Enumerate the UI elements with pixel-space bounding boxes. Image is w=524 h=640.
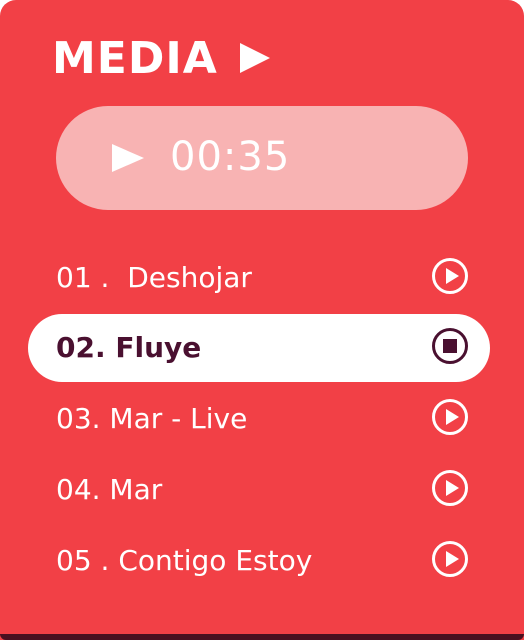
play-icon[interactable] [112, 144, 144, 172]
play-arrow-icon[interactable] [239, 43, 270, 73]
list-item[interactable]: 05 . Contigo Estoy [28, 527, 490, 595]
list-item-active[interactable]: 02. Fluye [28, 314, 490, 382]
list-item[interactable]: 04. Mar [28, 456, 490, 524]
player-control[interactable]: 00:35 [56, 106, 468, 210]
play-circle-icon[interactable] [432, 258, 468, 294]
list-item[interactable]: 03. Mar - Live [28, 385, 490, 453]
track-label: 04. Mar [56, 473, 163, 506]
playback-time: 00:35 [170, 134, 291, 180]
track-label: 03. Mar - Live [56, 402, 248, 435]
page-title: MEDIA [52, 32, 218, 84]
header: MEDIA [52, 30, 270, 86]
stop-circle-icon[interactable] [432, 328, 468, 364]
play-circle-icon[interactable] [432, 541, 468, 577]
play-circle-icon[interactable] [432, 470, 468, 506]
media-player-card: MEDIA 00:35 01 . Deshojar 02. Fluye 03. … [0, 0, 524, 640]
track-label: 01 . Deshojar [56, 261, 252, 294]
card-edge [0, 634, 524, 640]
track-label: 02. Fluye [56, 331, 202, 364]
play-circle-icon[interactable] [432, 399, 468, 435]
track-label: 05 . Contigo Estoy [56, 544, 313, 577]
list-item[interactable]: 01 . Deshojar [28, 244, 490, 312]
